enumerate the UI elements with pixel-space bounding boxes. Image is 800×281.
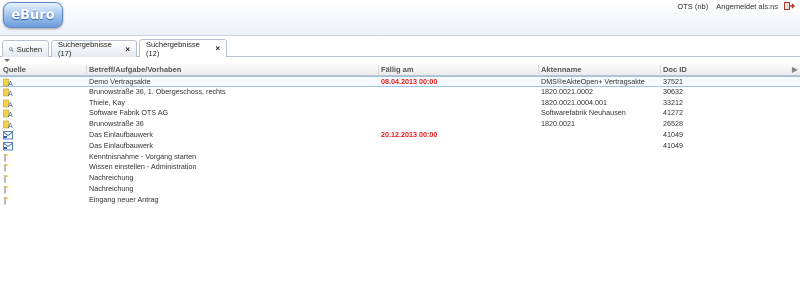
tab-bar: Suchen Suchergebnisse (17) × Suchergebni…: [0, 37, 800, 58]
tab-results-17[interactable]: Suchergebnisse (17) ×: [51, 40, 137, 58]
table-row[interactable]: A Brunowstraße 36 1820.0021 26528: [0, 119, 800, 130]
user-info: OTS (nb) Angemeldet als:ns: [671, 2, 778, 11]
flag-icon: [3, 195, 23, 206]
cell-aktenname: 1820.0021: [541, 119, 575, 129]
cell-docid: 26528: [663, 119, 683, 129]
svg-text:A: A: [8, 123, 13, 129]
tab-suchen[interactable]: Suchen: [2, 40, 49, 57]
table-row[interactable]: Nachreichung: [0, 173, 800, 184]
tab-label: Suchergebnisse (12): [146, 39, 200, 58]
cell-docid: 41272: [663, 108, 683, 118]
system-name: OTS (nb): [677, 2, 709, 11]
document-a-icon: A: [3, 119, 23, 130]
table-row[interactable]: A Demo Vertragsakte 08.04.2013 00:00 DMS®eA…: [0, 76, 800, 88]
mail-inbox-icon: [3, 141, 23, 152]
cell-faellig: 20.12.2013 00:00: [381, 129, 438, 139]
cell-betreff: Nachreichung: [89, 173, 134, 183]
table-row[interactable]: A Software Fabrik OTS AG Softwarefabrik Ne…: [0, 108, 800, 119]
cell-aktenname: 1820.0021.0002: [541, 86, 593, 96]
col-header-quelle[interactable]: Quelle: [1, 65, 26, 76]
cell-betreff: Eingang neuer Antrag: [89, 194, 159, 204]
col-header-aktenname[interactable]: Aktenname: [538, 65, 581, 76]
table-row[interactable]: Kenntnisnahme - Vorgang starten: [0, 152, 800, 163]
table-row[interactable]: A Brunowstraße 36, 1. Obergeschoss, recht…: [0, 87, 800, 98]
scroll-right-icon[interactable]: ▶: [792, 65, 798, 74]
document-a-icon: A: [3, 108, 23, 119]
close-icon[interactable]: ×: [125, 45, 130, 54]
svg-text:A: A: [8, 91, 13, 97]
flag-icon: [3, 173, 23, 184]
logout-icon[interactable]: [783, 1, 795, 11]
grid-body: A Demo Vertragsakte 08.04.2013 00:00 DMS®eA…: [0, 76, 800, 206]
tab-label: Suchen: [16, 44, 42, 54]
col-header-docid[interactable]: Doc ID: [660, 65, 687, 76]
cell-betreff: Software Fabrik OTS AG: [89, 108, 169, 118]
table-row[interactable]: Das Einlaufbauwerk 20.12.2013 00:00 41049: [0, 130, 800, 141]
col-header-faellig[interactable]: Fällig am: [378, 65, 414, 76]
cell-docid: 41049: [663, 140, 683, 150]
app-logo[interactable]: eBüro: [3, 2, 63, 28]
document-a-icon: A: [3, 87, 23, 98]
table-row[interactable]: Das Einlaufbauwerk 41049: [0, 141, 800, 152]
cell-betreff: Wissen einstellen - Administration: [89, 162, 197, 172]
cell-aktenname: Softwarefabrik Neuhausen: [541, 108, 626, 118]
tab-label: Suchergebnisse (17): [58, 40, 112, 58]
cell-betreff: Thiele, Kay: [89, 97, 125, 107]
cell-betreff: Kenntnisnahme - Vorgang starten: [89, 151, 197, 161]
grid-header: Quelle Betreff/Aufgabe/Vorhaben Fällig a…: [0, 64, 800, 76]
cell-betreff: Nachreichung: [89, 183, 134, 193]
tab-results-12[interactable]: Suchergebnisse (12) ×: [139, 39, 227, 58]
cell-betreff: Das Einlaufbauwerk: [89, 129, 153, 139]
cell-docid: 41049: [663, 129, 683, 139]
top-bar: eBüro OTS (nb) Angemeldet als:ns: [0, 0, 800, 36]
cell-betreff: Das Einlaufbauwerk: [89, 140, 153, 150]
flag-icon: [3, 184, 23, 195]
cell-betreff: Brunowstraße 36, 1. Obergeschoss, rechts: [89, 86, 226, 96]
svg-text:A: A: [8, 102, 13, 108]
chevron-down-icon[interactable]: [3, 58, 11, 63]
flag-icon: [3, 152, 23, 163]
table-row[interactable]: Wissen einstellen - Administration: [0, 162, 800, 173]
close-icon[interactable]: ×: [215, 44, 220, 53]
search-icon: [9, 46, 14, 52]
col-header-betreff[interactable]: Betreff/Aufgabe/Vorhaben: [86, 65, 181, 76]
flag-icon: [3, 162, 23, 173]
table-row[interactable]: A Thiele, Kay 1820.0021.0004.001 33212: [0, 98, 800, 109]
table-row[interactable]: Nachreichung: [0, 184, 800, 195]
logged-in-user: Angemeldet als:ns: [716, 2, 778, 11]
svg-text:A: A: [8, 112, 13, 118]
mail-inbox-icon: [3, 130, 23, 141]
results-grid: Quelle Betreff/Aufgabe/Vorhaben Fällig a…: [0, 64, 800, 206]
cell-aktenname: 1820.0021.0004.001: [541, 97, 607, 107]
document-a-icon: A: [3, 98, 23, 109]
table-row[interactable]: Eingang neuer Antrag: [0, 195, 800, 206]
cell-betreff: Brunowstraße 36: [89, 119, 144, 129]
cell-docid: 33212: [663, 97, 683, 107]
cell-docid: 30632: [663, 86, 683, 96]
logo-text: eBüro: [11, 7, 55, 23]
